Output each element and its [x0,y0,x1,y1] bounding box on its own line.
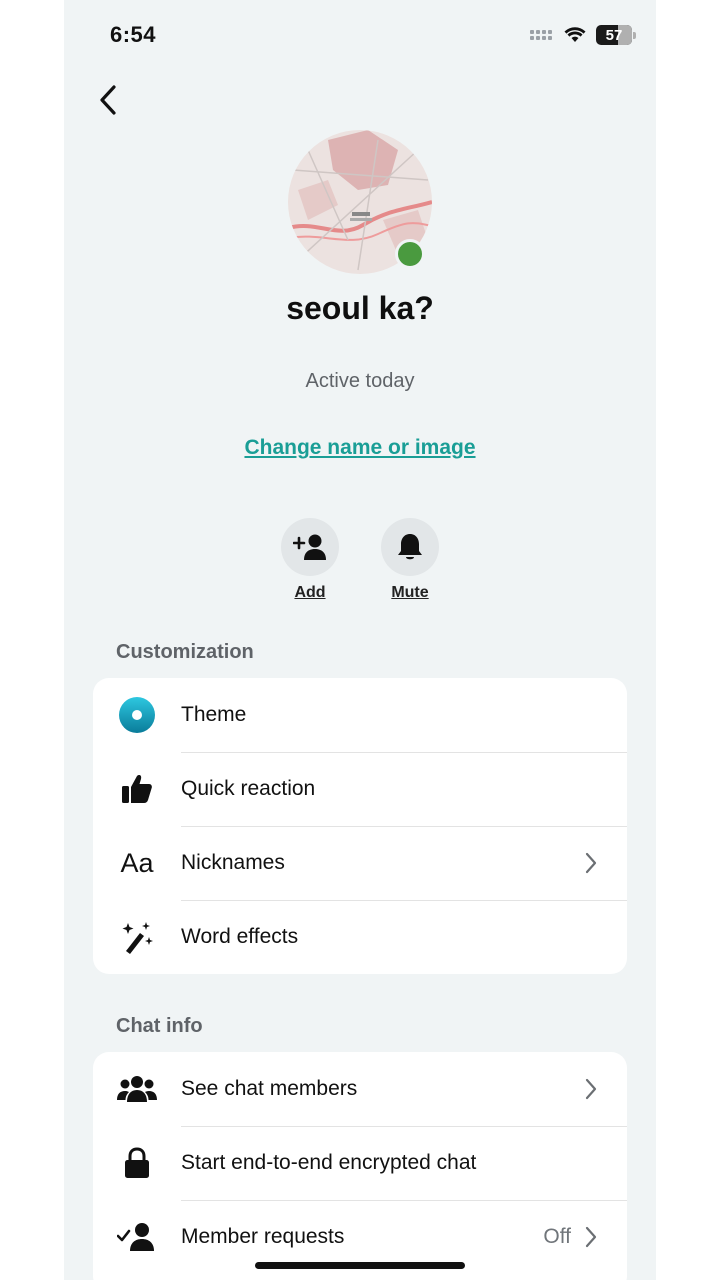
theme-icon [119,697,155,733]
see-chat-members-label: See chat members [181,1077,358,1100]
aa-icon: Aa [120,847,154,878]
mute-button[interactable]: Mute [370,518,450,602]
bell-icon [398,534,422,560]
back-button[interactable] [92,82,124,118]
signal-icon [530,28,554,42]
chat-info-section-title: Chat info [116,1015,203,1037]
home-indicator [255,1262,465,1269]
chat-name: seoul ka? [286,290,434,326]
member-requests-label: Member requests [181,1225,345,1248]
customization-section-title: Customization [116,641,254,663]
encrypted-chat-row[interactable]: Start end-to-end encrypted chat [93,1126,627,1200]
add-person-icon [293,534,326,560]
theme-label: Theme [181,703,247,726]
person-check-icon [117,1223,154,1251]
word-effects-label: Word effects [181,925,299,948]
member-requests-value: Off [543,1225,571,1248]
online-status-dot [395,239,425,269]
active-status: Active today [305,370,415,392]
add-label[interactable]: Add [270,584,350,602]
customization-card: Theme Quick reaction Aa Nicknames Word e… [93,678,627,974]
change-name-image-link[interactable]: Change name or image [64,436,656,460]
chevron-right-icon [585,1226,597,1248]
nicknames-label: Nicknames [181,851,285,874]
quick-reaction-label: Quick reaction [181,777,316,800]
lock-icon [125,1147,149,1178]
add-button-circle[interactable] [281,518,339,576]
status-time: 6:54 [110,22,157,47]
magic-wand-icon [122,922,153,954]
quick-reaction-row[interactable]: Quick reaction [93,752,627,826]
people-icon [117,1076,157,1102]
battery-icon: 57 [596,25,636,45]
chevron-left-icon [100,85,116,115]
battery-level: 57 [605,26,623,44]
mute-button-circle[interactable] [381,518,439,576]
see-chat-members-row[interactable]: See chat members [93,1052,627,1126]
thumbs-up-icon [122,775,152,803]
theme-row[interactable]: Theme [93,678,627,752]
chevron-right-icon [585,1078,597,1100]
chat-info-card: See chat members Start end-to-end encryp… [93,1052,627,1280]
nicknames-row[interactable]: Aa Nicknames [93,826,627,900]
word-effects-row[interactable]: Word effects [93,900,627,974]
add-button[interactable]: Add [270,518,350,602]
wifi-icon [564,27,586,42]
encrypted-chat-label: Start end-to-end encrypted chat [181,1151,477,1174]
status-icons: 57 [530,25,636,45]
mute-label[interactable]: Mute [370,584,450,602]
chat-settings-screen: 6:54 57 seoul ka? Active today Change na… [64,0,656,1280]
chevron-right-icon [585,852,597,874]
